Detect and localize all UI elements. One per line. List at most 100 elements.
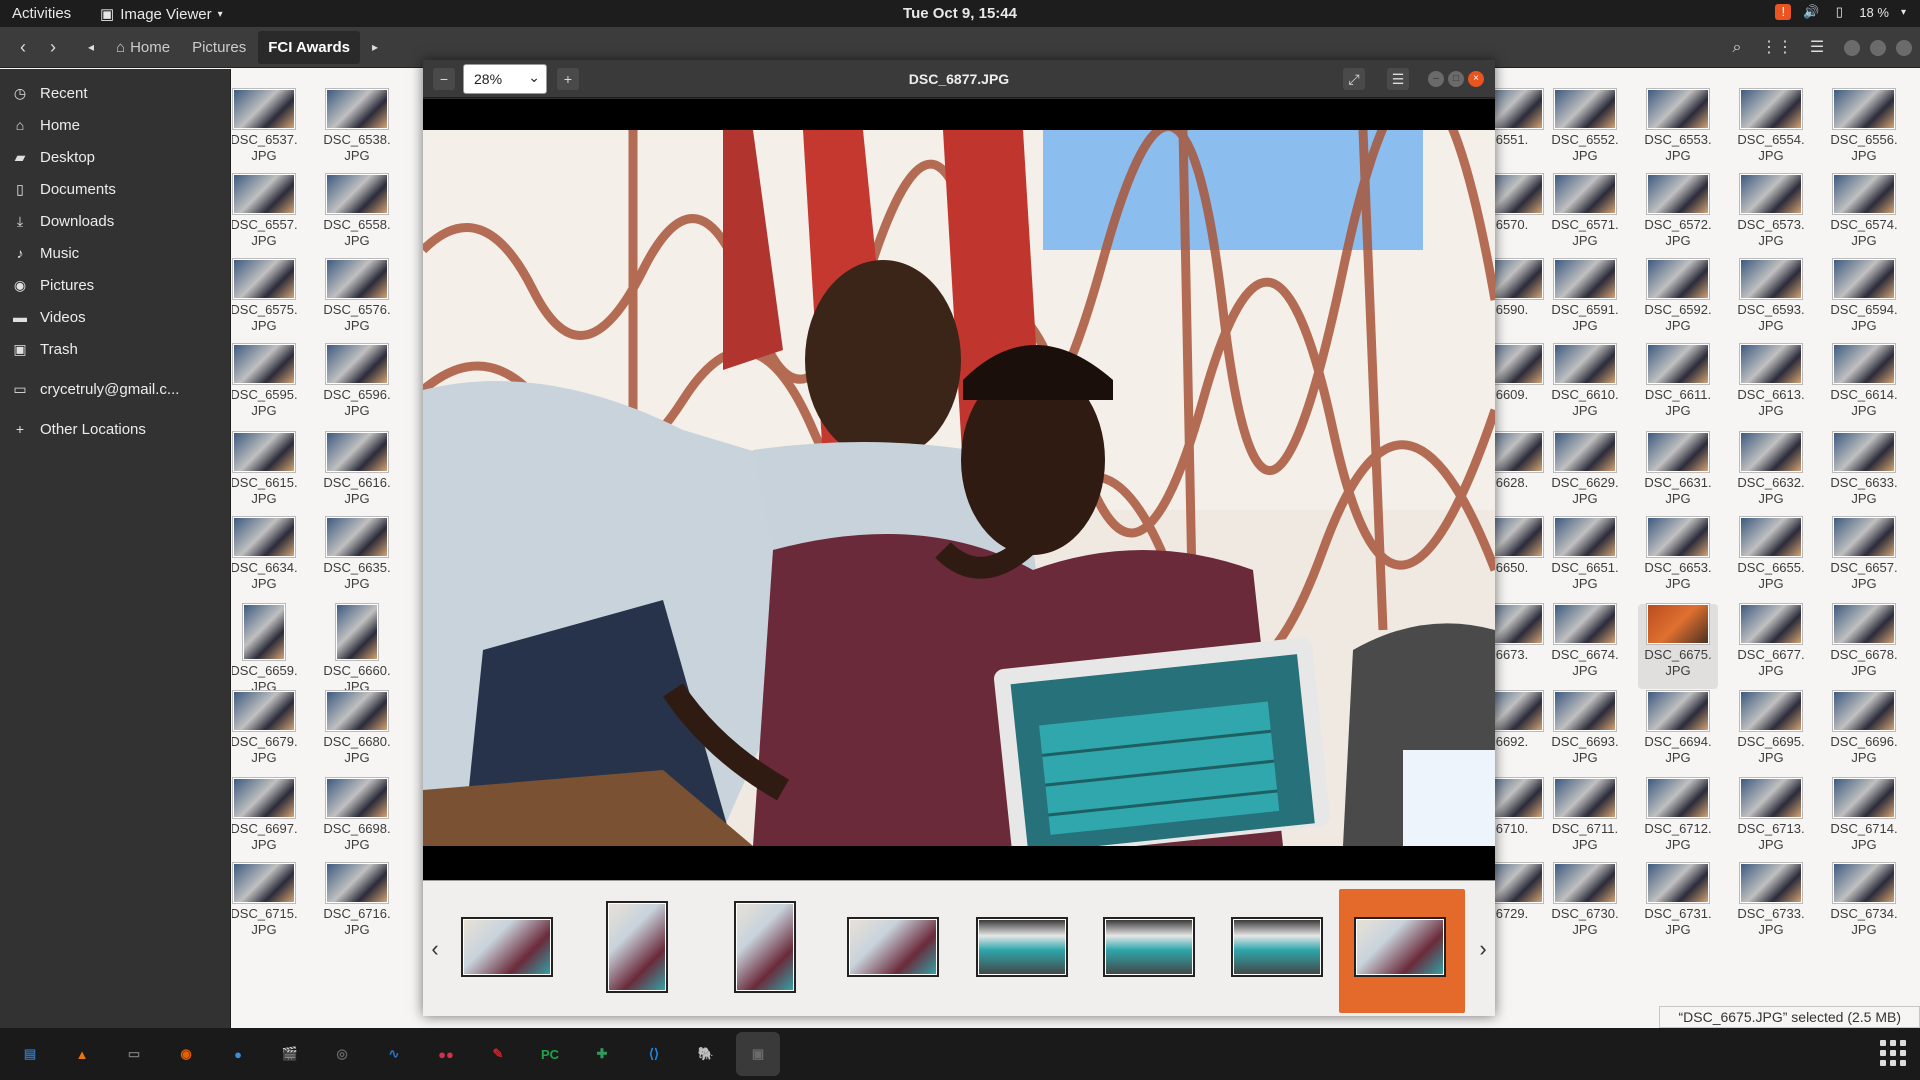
file-tile[interactable]: DSC_6731. JPG bbox=[1638, 863, 1718, 948]
file-tile[interactable]: DSC_6611. JPG bbox=[1638, 344, 1718, 429]
dock-system-monitor-icon[interactable]: ∿ bbox=[372, 1032, 416, 1076]
file-tile[interactable]: DSC_6635. JPG bbox=[317, 517, 397, 602]
dock-firefox-icon[interactable]: ◉ bbox=[164, 1032, 208, 1076]
minus-icon[interactable]: − bbox=[433, 68, 455, 90]
sidebar-item-downloads[interactable]: ⤓ Downloads bbox=[0, 205, 230, 237]
file-tile[interactable]: DSC_6713. JPG bbox=[1731, 778, 1811, 863]
file-tile[interactable]: DSC_6716. JPG bbox=[317, 863, 397, 948]
file-tile[interactable]: DSC_6553. JPG bbox=[1638, 89, 1718, 174]
file-tile[interactable]: DSC_6714. JPG bbox=[1824, 778, 1904, 863]
sidebar-item-music[interactable]: ♪ Music bbox=[0, 237, 230, 269]
file-tile[interactable]: DSC_6695. JPG bbox=[1731, 691, 1811, 776]
dock-vs-code-icon[interactable]: ⟨⟩ bbox=[632, 1032, 676, 1076]
file-tile[interactable]: DSC_6572. JPG bbox=[1638, 174, 1718, 259]
sidebar-item-crycetruly-gmail-c[interactable]: ▭ crycetruly@gmail.c... bbox=[0, 373, 230, 405]
file-tile[interactable]: DSC_6571. JPG bbox=[1545, 174, 1625, 259]
file-tile[interactable]: DSC_6558. JPG bbox=[317, 174, 397, 259]
file-tile[interactable]: DSC_6657. JPG bbox=[1824, 517, 1904, 602]
file-tile[interactable]: DSC_6556. JPG bbox=[1824, 89, 1904, 174]
file-tile[interactable]: DSC_6552. JPG bbox=[1545, 89, 1625, 174]
gallery-thumbnail[interactable] bbox=[1231, 917, 1323, 977]
gallery-thumbnail[interactable] bbox=[461, 917, 553, 977]
close-button[interactable]: × bbox=[1468, 71, 1484, 87]
file-tile[interactable]: DSC_6655. JPG bbox=[1731, 517, 1811, 602]
breadcrumb-item[interactable]: FCI Awards bbox=[258, 30, 360, 64]
gallery-thumbnail[interactable] bbox=[847, 917, 939, 977]
dock-text-editor-icon[interactable]: ▤ bbox=[8, 1032, 52, 1076]
file-tile[interactable]: DSC_6697. JPG bbox=[232, 778, 304, 863]
forward-button[interactable]: › bbox=[38, 32, 68, 62]
maximize-button[interactable]: □ bbox=[1448, 71, 1464, 87]
activities-button[interactable]: Activities bbox=[12, 5, 71, 22]
sidebar-item-pictures[interactable]: ◉ Pictures bbox=[0, 269, 230, 301]
file-tile[interactable]: DSC_6631. JPG bbox=[1638, 432, 1718, 517]
dock-chrome-icon[interactable]: ● bbox=[216, 1032, 260, 1076]
file-tile[interactable]: DSC_6694. JPG bbox=[1638, 691, 1718, 776]
file-tile[interactable]: DSC_6592. JPG bbox=[1638, 259, 1718, 344]
dock-android-studio-icon[interactable]: ✚ bbox=[580, 1032, 624, 1076]
file-tile[interactable]: DSC_6596. JPG bbox=[317, 344, 397, 429]
breadcrumb-item[interactable]: ⌂ Home bbox=[106, 31, 180, 64]
file-tile[interactable]: DSC_6634. JPG bbox=[232, 517, 304, 602]
file-tile[interactable]: DSC_6574. JPG bbox=[1824, 174, 1904, 259]
file-tile[interactable]: DSC_6679. JPG bbox=[232, 691, 304, 776]
file-tile[interactable]: DSC_6678. JPG bbox=[1824, 604, 1904, 689]
plus-icon[interactable]: + bbox=[557, 68, 579, 90]
view-options-icon[interactable]: ⋮⋮ bbox=[1760, 33, 1794, 63]
show-applications-icon[interactable] bbox=[1880, 1040, 1906, 1066]
file-tile[interactable]: DSC_6693. JPG bbox=[1545, 691, 1625, 776]
sidebar-item-trash[interactable]: ▣ Trash bbox=[0, 333, 230, 365]
file-tile[interactable]: DSC_6712. JPG bbox=[1638, 778, 1718, 863]
clock[interactable]: Tue Oct 9, 15:44 bbox=[0, 5, 1920, 22]
hamburger-icon[interactable]: ☰ bbox=[1387, 68, 1409, 90]
file-tile[interactable]: DSC_6711. JPG bbox=[1545, 778, 1625, 863]
gallery-left-arrow[interactable]: ‹ bbox=[425, 936, 445, 961]
sidebar-item-home[interactable]: ⌂ Home bbox=[0, 109, 230, 141]
file-tile[interactable]: DSC_6733. JPG bbox=[1731, 863, 1811, 948]
file-tile[interactable]: DSC_6576. JPG bbox=[317, 259, 397, 344]
minimize-button[interactable]: – bbox=[1428, 71, 1444, 87]
back-button[interactable]: ‹ bbox=[8, 32, 38, 62]
file-tile[interactable]: DSC_6593. JPG bbox=[1731, 259, 1811, 344]
dock-flickr-icon[interactable]: ●● bbox=[424, 1032, 468, 1076]
file-tile[interactable]: DSC_6677. JPG bbox=[1731, 604, 1811, 689]
gallery-thumbnail[interactable] bbox=[976, 917, 1068, 977]
search-icon[interactable]: ⌕ bbox=[1720, 33, 1754, 63]
file-tile[interactable]: DSC_6696. JPG bbox=[1824, 691, 1904, 776]
gallery-right-arrow[interactable]: › bbox=[1473, 936, 1493, 961]
gallery-thumbnail[interactable] bbox=[1103, 917, 1195, 977]
battery-icon[interactable]: ▯ bbox=[1831, 4, 1847, 20]
file-tile[interactable]: DSC_6698. JPG bbox=[317, 778, 397, 863]
file-tile[interactable]: DSC_6660. JPG bbox=[317, 604, 397, 694]
gallery-thumbnail[interactable] bbox=[1354, 917, 1446, 977]
file-tile[interactable]: DSC_6614. JPG bbox=[1824, 344, 1904, 429]
file-tile[interactable]: DSC_6659. JPG bbox=[232, 604, 304, 694]
zoom-combobox[interactable]: 28% ⌄ bbox=[463, 64, 547, 94]
dock-postgresql-icon[interactable]: 🐘 bbox=[684, 1032, 728, 1076]
file-tile[interactable]: DSC_6675. JPG bbox=[1638, 604, 1718, 689]
system-tray[interactable]: ! 🔊 ▯ 18 % ▾ bbox=[1775, 4, 1906, 20]
gallery-thumbnail[interactable] bbox=[734, 901, 796, 993]
dock-screenshot-icon[interactable]: ◎ bbox=[320, 1032, 364, 1076]
file-tile[interactable]: DSC_6632. JPG bbox=[1731, 432, 1811, 517]
dock-videos-icon[interactable]: 🎬 bbox=[268, 1032, 312, 1076]
dock-pycharm-icon[interactable]: PC bbox=[528, 1032, 572, 1076]
file-tile[interactable]: DSC_6554. JPG bbox=[1731, 89, 1811, 174]
file-tile[interactable]: DSC_6633. JPG bbox=[1824, 432, 1904, 517]
fullscreen-icon[interactable]: ⤢ bbox=[1343, 68, 1365, 90]
file-tile[interactable]: DSC_6680. JPG bbox=[317, 691, 397, 776]
file-tile[interactable]: DSC_6613. JPG bbox=[1731, 344, 1811, 429]
close-button[interactable] bbox=[1896, 39, 1912, 56]
file-tile[interactable]: DSC_6651. JPG bbox=[1545, 517, 1625, 602]
breadcrumb-left-button[interactable]: ◂ bbox=[76, 32, 106, 62]
file-tile[interactable]: DSC_6595. JPG bbox=[232, 344, 304, 429]
file-tile[interactable]: DSC_6594. JPG bbox=[1824, 259, 1904, 344]
sidebar-item-documents[interactable]: ▯ Documents bbox=[0, 173, 230, 205]
minimize-button[interactable] bbox=[1844, 39, 1860, 56]
dock-vlc-icon[interactable]: ▲ bbox=[60, 1032, 104, 1076]
file-tile[interactable]: DSC_6615. JPG bbox=[232, 432, 304, 517]
file-tile[interactable]: DSC_6610. JPG bbox=[1545, 344, 1625, 429]
sidebar-item-other-locations[interactable]: + Other Locations bbox=[0, 413, 230, 445]
sidebar-item-desktop[interactable]: ▰ Desktop bbox=[0, 141, 230, 173]
sidebar-item-videos[interactable]: ▬ Videos bbox=[0, 301, 230, 333]
